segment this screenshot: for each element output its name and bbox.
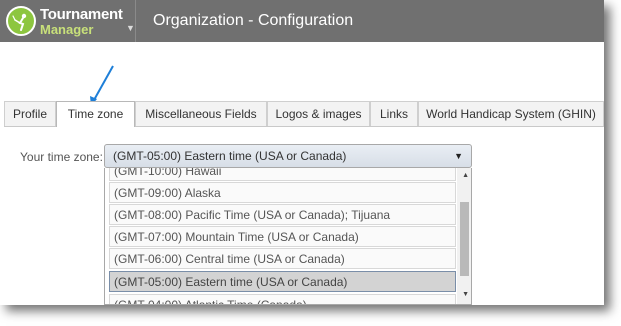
tab-world-handicap-system[interactable]: World Handicap System (GHIN): [418, 101, 604, 126]
time-zone-label: Your time zone:: [20, 150, 103, 164]
tab-time-zone[interactable]: Time zone: [56, 101, 135, 127]
chevron-down-icon: ▼: [454, 151, 463, 161]
time-zone-dropdown[interactable]: (GMT-10:00) Hawaii (GMT-09:00) Alaska (G…: [104, 168, 472, 305]
option-mountain[interactable]: (GMT-07:00) Mountain Time (USA or Canada…: [109, 226, 456, 247]
tab-miscellaneous-fields[interactable]: Miscellaneous Fields: [135, 101, 267, 126]
option-atlantic[interactable]: (GMT-04:00) Atlantic Time (Canada): [109, 294, 456, 304]
scrollbar-thumb[interactable]: [460, 202, 469, 276]
option-hawaii[interactable]: (GMT-10:00) Hawaii: [109, 168, 456, 181]
option-pacific[interactable]: (GMT-08:00) Pacific Time (USA or Canada)…: [109, 204, 456, 225]
time-zone-select[interactable]: (GMT-05:00) Eastern time (USA or Canada)…: [104, 144, 472, 168]
scroll-down-icon[interactable]: ▼: [462, 291, 469, 298]
tab-profile[interactable]: Profile: [4, 101, 56, 126]
time-zone-selected-value: (GMT-05:00) Eastern time (USA or Canada): [113, 149, 347, 163]
app-window: Tournament Manager ▼ Organization - Conf…: [0, 0, 604, 305]
tab-logos-images[interactable]: Logos & images: [267, 101, 370, 126]
option-central[interactable]: (GMT-06:00) Central time (USA or Canada): [109, 248, 456, 269]
config-tabs: Profile Time zone Miscellaneous Fields L…: [4, 101, 604, 127]
dropdown-scrollbar[interactable]: ▲ ▼: [457, 168, 471, 304]
option-eastern[interactable]: (GMT-05:00) Eastern time (USA or Canada): [109, 271, 456, 292]
scroll-up-icon[interactable]: ▲: [462, 172, 469, 179]
tab-links[interactable]: Links: [370, 101, 418, 126]
option-alaska[interactable]: (GMT-09:00) Alaska: [109, 182, 456, 203]
